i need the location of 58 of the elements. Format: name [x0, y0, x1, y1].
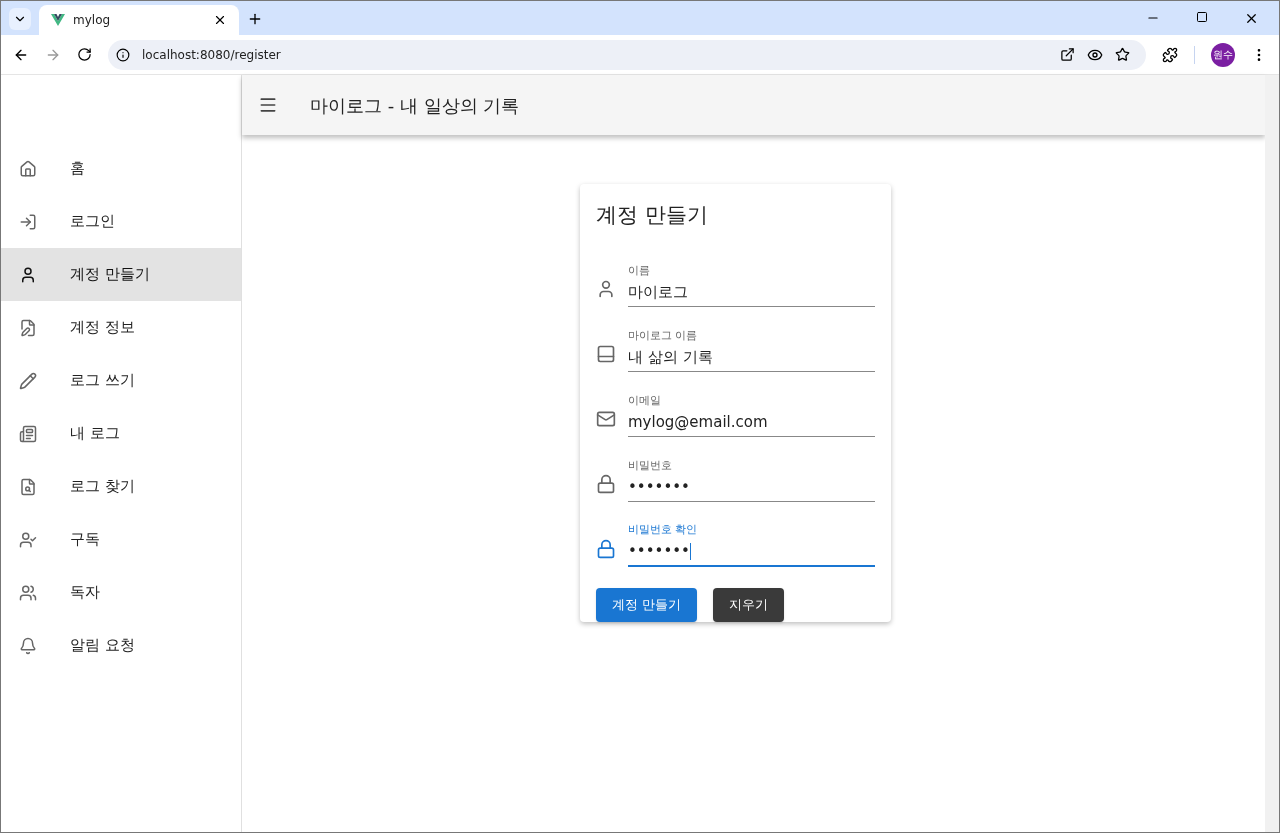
sidebar-item[interactable]: 구독 — [1, 513, 241, 566]
address-bar[interactable]: localhost:8080/register — [108, 39, 1146, 70]
scrollbar[interactable] — [1265, 75, 1279, 832]
lock-icon — [596, 538, 616, 559]
create-account-button[interactable]: 계정 만들기 — [596, 587, 698, 622]
sidebar-item[interactable]: 내 로그 — [1, 407, 241, 460]
pencil-icon — [19, 371, 37, 390]
extensions-icon[interactable] — [1162, 46, 1178, 63]
maximize-icon[interactable] — [1196, 11, 1208, 23]
sidebar-item[interactable]: 홈 — [1, 142, 241, 195]
bell-icon — [19, 636, 37, 655]
reload-icon[interactable] — [77, 47, 92, 62]
input-field[interactable]: 이메일 mylog@email.com — [628, 393, 875, 437]
person-icon — [596, 278, 616, 299]
menu-icon[interactable] — [258, 95, 278, 115]
sidebar-item[interactable]: 계정 정보 — [1, 301, 241, 354]
close-icon[interactable] — [1244, 11, 1259, 26]
field-label: 이메일 — [628, 393, 662, 409]
field-label: 이름 — [628, 263, 651, 279]
field-value: 마이로그 — [628, 281, 689, 303]
sidebar-item[interactable]: 독자 — [1, 566, 241, 619]
tab-list-button[interactable] — [9, 8, 31, 30]
input-field[interactable]: 이름 마이로그 — [628, 263, 875, 307]
field-label: 비밀번호 — [628, 458, 673, 474]
input-field[interactable]: 비밀번호 확인 ••••••• — [628, 522, 875, 567]
home-icon — [19, 159, 37, 178]
input-field[interactable]: 마이로그 이름 내 삶의 기록 — [628, 328, 875, 372]
share-icon[interactable] — [1060, 47, 1075, 62]
sidebar-item[interactable]: 계정 만들기 — [1, 248, 241, 301]
input-field[interactable]: 비밀번호 ••••••• — [628, 458, 875, 502]
sidebar-item[interactable]: 로그 쓰기 — [1, 354, 241, 407]
sidebar-item[interactable]: 로그인 — [1, 195, 241, 248]
clear-button[interactable]: 지우기 — [713, 587, 785, 622]
browser-tab[interactable]: mylog — [39, 5, 239, 35]
field-label: 비밀번호 확인 — [628, 522, 699, 538]
v-logo-icon — [51, 14, 65, 26]
app-title: 마이로그 - 내 일상의 기록 — [310, 93, 520, 118]
new-tab-icon[interactable] — [247, 11, 263, 27]
person-icon — [19, 265, 37, 284]
sidebar-item[interactable]: 로그 찾기 — [1, 460, 241, 513]
star-icon[interactable] — [1115, 47, 1130, 62]
field-value: 내 삶의 기록 — [628, 346, 714, 368]
info-icon — [116, 47, 130, 62]
sidebar-item[interactable]: 알림 요청 — [1, 619, 241, 672]
field-value: ••••••• — [628, 476, 691, 498]
lock-icon — [596, 473, 616, 494]
document-icon — [19, 424, 37, 443]
file-search-icon — [19, 477, 37, 496]
field-value: mylog@email.com — [628, 411, 769, 433]
card-title: 계정 만들기 — [596, 202, 709, 229]
login-icon — [19, 212, 37, 231]
profile-avatar[interactable]: 원수 — [1211, 42, 1235, 67]
close-icon[interactable] — [213, 13, 227, 27]
panel-icon — [596, 343, 616, 364]
field-value: ••••••• — [628, 540, 692, 562]
field-label: 마이로그 이름 — [628, 328, 699, 344]
url-text: localhost:8080/register — [142, 46, 282, 64]
tab-title: mylog — [73, 12, 112, 29]
